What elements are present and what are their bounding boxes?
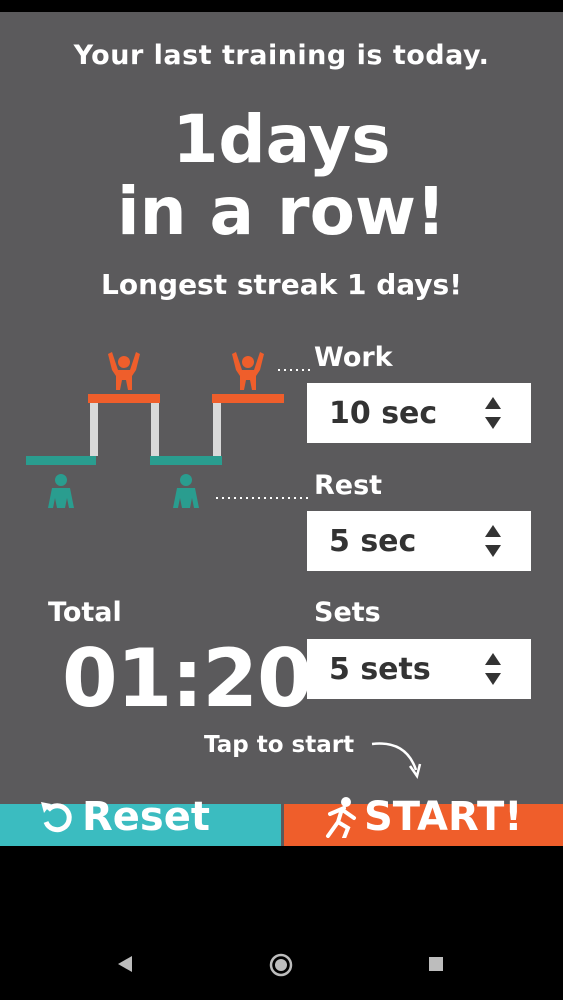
work-duration-select[interactable]: 10 sec [307,383,531,443]
curved-arrow-icon [371,742,422,779]
sets-value: 5 sets [329,651,431,687]
reset-icon [41,802,72,833]
riser-2 [151,403,159,456]
status-bar [0,0,563,12]
sets-select[interactable]: 5 sets [307,639,531,699]
flexing-person-icon [232,352,264,390]
reset-label: Reset [82,794,210,840]
runner-icon [326,797,356,838]
work-platform-2 [212,394,284,403]
longest-streak-text: Longest streak 1 days! [101,268,462,301]
total-time: 01:20 [62,632,313,725]
rest-duration-value: 5 sec [329,523,417,559]
riser-3 [213,403,221,456]
last-training-text: Your last training is today. [73,40,490,71]
back-icon[interactable] [116,954,134,974]
rest-platform-2 [150,456,222,465]
rest-duration-select[interactable]: 5 sec [307,511,531,571]
app-screen: Your last training is today. 1days in a … [0,12,563,846]
reset-button[interactable]: Reset [0,794,281,846]
resting-person-icon [173,474,199,508]
resting-person-icon [48,474,74,508]
work-label: Work [314,342,393,373]
work-duration-value: 10 sec [329,395,438,431]
home-icon[interactable] [268,952,294,978]
start-label: START! [364,794,523,840]
work-platform-1 [88,394,160,403]
streak-suffix: in a row! [116,173,447,250]
interval-diagram [26,352,310,508]
rest-platform-1 [26,456,96,465]
up-down-arrows-icon [485,397,501,429]
navigation-bar [0,846,563,1000]
up-down-arrows-icon [485,525,501,557]
start-button[interactable]: START! [284,794,563,846]
riser-1 [90,403,98,456]
total-label: Total [48,597,122,628]
flexing-person-icon [108,352,140,390]
streak-title: 1days in a row! [0,104,563,248]
rest-label: Rest [314,470,383,501]
recents-icon[interactable] [428,956,444,972]
tap-to-start-hint: Tap to start [204,732,355,758]
streak-count: 1days [172,101,391,178]
sets-label: Sets [314,597,381,628]
up-down-arrows-icon [485,653,501,685]
